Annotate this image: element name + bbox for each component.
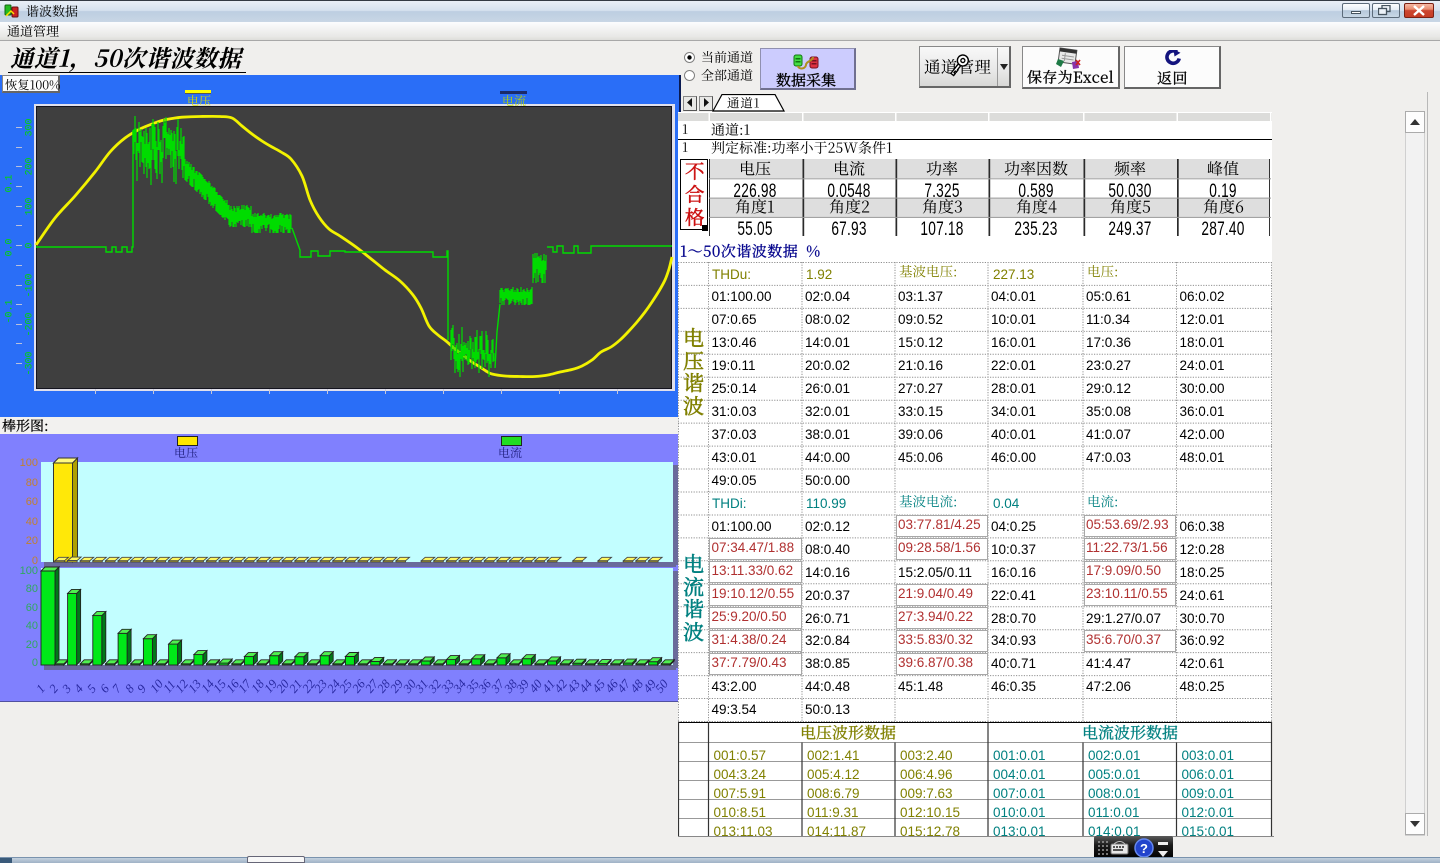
svg-text:?: ? bbox=[1140, 841, 1148, 856]
